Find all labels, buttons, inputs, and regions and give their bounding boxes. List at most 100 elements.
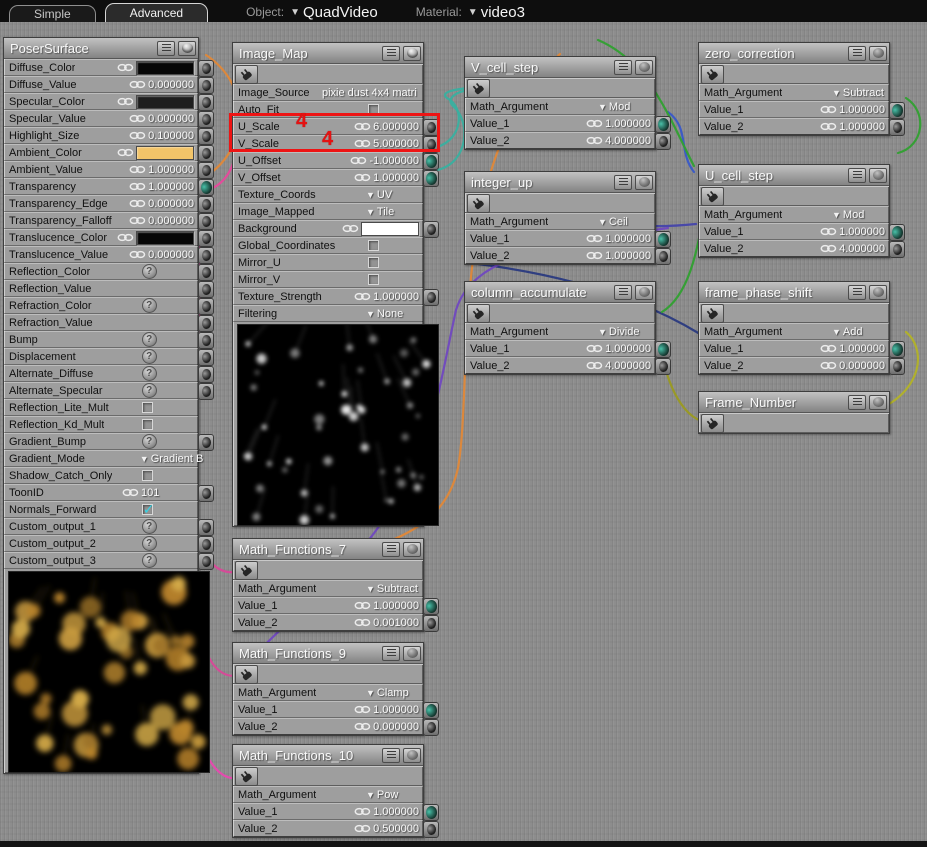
connector-nub[interactable]: [198, 77, 214, 94]
link-chain-icon[interactable]: [129, 199, 146, 208]
preview-toggle-button[interactable]: [635, 60, 653, 75]
preview-toggle-button[interactable]: [403, 46, 421, 61]
link-chain-icon[interactable]: [129, 182, 146, 191]
link-chain-icon[interactable]: [354, 173, 371, 182]
connector-nub[interactable]: [198, 162, 214, 179]
output-plug-button[interactable]: [701, 187, 724, 206]
link-chain-icon[interactable]: [820, 122, 837, 131]
preview-toggle-button[interactable]: [403, 646, 421, 661]
node-header-posersurface[interactable]: PoserSurface: [4, 38, 198, 59]
connector-nub[interactable]: [198, 264, 214, 281]
connector-nub[interactable]: [198, 60, 214, 77]
link-chain-icon[interactable]: [586, 251, 603, 260]
connector-nub[interactable]: [198, 179, 214, 196]
color-swatch[interactable]: [136, 231, 194, 245]
connector-nub[interactable]: [198, 94, 214, 111]
node-menu-button[interactable]: [382, 748, 400, 763]
link-chain-icon[interactable]: [354, 601, 371, 610]
node-header-math-functions-7[interactable]: Math_Functions_7: [233, 539, 423, 560]
connector-nub[interactable]: [423, 702, 439, 719]
param-value[interactable]: 0.001000: [373, 617, 419, 629]
param-value[interactable]: -1.000000: [369, 155, 419, 167]
node-menu-button[interactable]: [848, 395, 866, 410]
connector-nub[interactable]: [889, 224, 905, 241]
param-value[interactable]: 1.000000: [373, 600, 419, 612]
output-plug-button[interactable]: [701, 65, 724, 84]
dropdown[interactable]: ▼Subtract: [366, 583, 418, 595]
link-chain-icon[interactable]: [354, 618, 371, 627]
link-chain-icon[interactable]: [820, 361, 837, 370]
connector-nub[interactable]: [198, 366, 214, 383]
link-chain-icon[interactable]: [586, 361, 603, 370]
param-value[interactable]: 1.000000: [148, 164, 194, 176]
param-value[interactable]: 0.000000: [148, 249, 194, 261]
connector-nub[interactable]: [198, 519, 214, 536]
connector-nub[interactable]: [198, 298, 214, 315]
connector-nub[interactable]: [423, 170, 439, 187]
node-header-column-accumulate[interactable]: column_accumulate: [465, 282, 655, 303]
param-value[interactable]: 4.000000: [605, 135, 651, 147]
link-chain-icon[interactable]: [354, 824, 371, 833]
color-swatch[interactable]: [361, 222, 419, 236]
connector-nub[interactable]: [423, 221, 439, 238]
output-plug-button[interactable]: [467, 304, 490, 323]
node-menu-button[interactable]: [382, 646, 400, 661]
connector-nub[interactable]: [889, 119, 905, 136]
preview-toggle-button[interactable]: [635, 175, 653, 190]
node-menu-button[interactable]: [848, 285, 866, 300]
node-header-zero-correction[interactable]: zero_correction: [699, 43, 889, 64]
node-menu-button[interactable]: [157, 41, 175, 56]
question-button[interactable]: ?: [142, 434, 157, 449]
output-plug-button[interactable]: [235, 665, 258, 684]
param-value[interactable]: 4.000000: [605, 360, 651, 372]
node-menu-button[interactable]: [382, 542, 400, 557]
question-button[interactable]: ?: [142, 349, 157, 364]
material-dropdown-arrow-icon[interactable]: ▼: [468, 7, 478, 18]
connector-nub[interactable]: [655, 133, 671, 150]
node-header-image-map[interactable]: Image_Map: [233, 43, 423, 64]
connector-nub[interactable]: [198, 111, 214, 128]
node-header-u-cell-step[interactable]: U_cell_step: [699, 165, 889, 186]
link-chain-icon[interactable]: [129, 250, 146, 259]
link-chain-icon[interactable]: [129, 131, 146, 140]
node-header-frame-number[interactable]: Frame_Number: [699, 392, 889, 413]
question-button[interactable]: ?: [142, 553, 157, 568]
question-button[interactable]: ?: [142, 383, 157, 398]
node-menu-button[interactable]: [614, 175, 632, 190]
node-header-integer-up[interactable]: integer_up: [465, 172, 655, 193]
dropdown[interactable]: ▼UV: [366, 189, 392, 201]
node-header-frame-phase-shift[interactable]: frame_phase_shift: [699, 282, 889, 303]
param-value[interactable]: 4.000000: [839, 243, 885, 255]
connector-nub[interactable]: [198, 315, 214, 332]
link-chain-icon[interactable]: [586, 234, 603, 243]
param-value[interactable]: 1.000000: [373, 704, 419, 716]
link-chain-icon[interactable]: [117, 233, 134, 242]
connector-nub[interactable]: [198, 349, 214, 366]
dropdown[interactable]: ▼Pow: [366, 789, 398, 801]
link-chain-icon[interactable]: [117, 63, 134, 72]
question-button[interactable]: ?: [142, 332, 157, 347]
link-chain-icon[interactable]: [820, 227, 837, 236]
question-button[interactable]: ?: [142, 536, 157, 551]
dropdown[interactable]: ▼Clamp: [366, 687, 409, 699]
connector-nub[interactable]: [423, 804, 439, 821]
link-chain-icon[interactable]: [342, 224, 359, 233]
param-value[interactable]: 0.100000: [148, 130, 194, 142]
preview-toggle-button[interactable]: [178, 41, 196, 56]
connector-nub[interactable]: [198, 230, 214, 247]
node-menu-button[interactable]: [848, 46, 866, 61]
dropdown[interactable]: ▼Mod: [598, 101, 630, 113]
param-value[interactable]: 0.000000: [839, 360, 885, 372]
param-value[interactable]: 1.000000: [605, 118, 651, 130]
link-chain-icon[interactable]: [129, 80, 146, 89]
param-value[interactable]: 0.000000: [148, 113, 194, 125]
param-value[interactable]: 1.000000: [373, 806, 419, 818]
connector-nub[interactable]: [423, 136, 439, 153]
dropdown[interactable]: ▼Subtract: [832, 87, 884, 99]
param-value[interactable]: 1.000000: [839, 343, 885, 355]
checkbox[interactable]: [368, 257, 379, 268]
link-chain-icon[interactable]: [129, 114, 146, 123]
param-value[interactable]: 1.000000: [373, 291, 419, 303]
node-header-math-functions-9[interactable]: Math_Functions_9: [233, 643, 423, 664]
param-value[interactable]: 1.000000: [605, 343, 651, 355]
